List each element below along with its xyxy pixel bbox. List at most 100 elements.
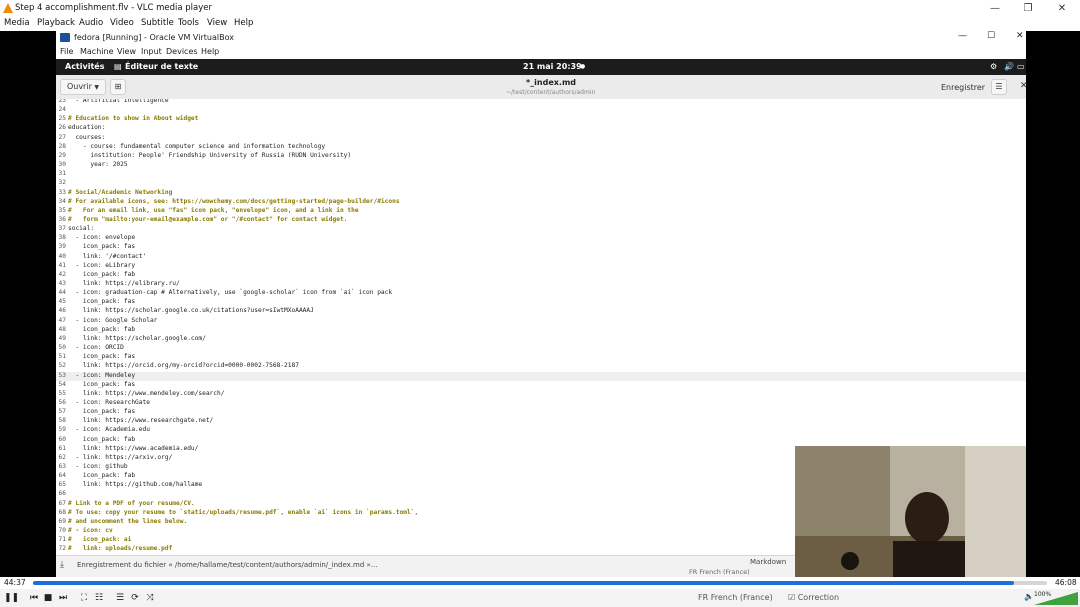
vm-menu-file[interactable]: File bbox=[60, 47, 73, 56]
menu-playback[interactable]: Playback bbox=[37, 18, 75, 28]
seek-track[interactable] bbox=[33, 581, 1047, 585]
code-line: - icon: eLibrary bbox=[68, 261, 136, 269]
extended-settings-icon[interactable]: ☷ bbox=[93, 592, 105, 604]
vm-maximize-icon[interactable]: ☐ bbox=[987, 31, 995, 41]
code-line: education: bbox=[68, 124, 106, 132]
line-number: 40 bbox=[58, 252, 66, 260]
vm-menu-devices[interactable]: Devices bbox=[166, 47, 198, 56]
line-number: 66 bbox=[58, 490, 66, 498]
code-line: link: https://www.academia.edu/ bbox=[68, 444, 199, 452]
hamburger-menu-button[interactable]: ☰ bbox=[991, 79, 1007, 95]
line-number: 64 bbox=[58, 472, 66, 480]
volume-icon[interactable]: 🔊 bbox=[1004, 62, 1014, 71]
code-line: # For available icons, see: https://wowc… bbox=[68, 197, 400, 205]
line-number: 50 bbox=[58, 344, 66, 352]
minimize-icon[interactable]: — bbox=[980, 0, 1010, 17]
line-number: 26 bbox=[58, 124, 66, 132]
open-button[interactable]: Ouvrir ▼ bbox=[60, 79, 106, 95]
menu-audio[interactable]: Audio bbox=[79, 18, 103, 28]
menu-subtitle[interactable]: Subtitle bbox=[141, 18, 174, 28]
menu-tools[interactable]: Tools bbox=[178, 18, 199, 28]
code-line: # form "mailto:your-email@example.com" o… bbox=[68, 215, 348, 223]
code-line: icon_pack: fas bbox=[68, 298, 136, 306]
vm-menu-view[interactable]: View bbox=[117, 47, 136, 56]
code-line: link: https://orcid.org/my-orcid?orcid=0… bbox=[68, 362, 299, 370]
language-selector[interactable]: Markdown bbox=[750, 558, 786, 566]
line-number: 48 bbox=[58, 325, 66, 333]
code-line: # Social/Academic Networking bbox=[68, 188, 173, 196]
next-icon[interactable]: ⏭ bbox=[57, 592, 69, 604]
code-line: icon_pack: fas bbox=[68, 353, 136, 361]
menu-help[interactable]: Help bbox=[234, 18, 253, 28]
line-number: 34 bbox=[58, 197, 66, 205]
activities-button[interactable]: Activités bbox=[65, 62, 104, 71]
line-number: 44 bbox=[58, 289, 66, 297]
battery-icon[interactable]: ▭ bbox=[1017, 62, 1025, 71]
code-line: # - icon: cv bbox=[68, 527, 113, 535]
line-number: 67 bbox=[58, 499, 66, 507]
app-menu-icon[interactable]: ▤ bbox=[114, 62, 122, 71]
fullscreen-icon[interactable]: ⛶ bbox=[78, 592, 90, 604]
pause-icon[interactable]: ❚❚ bbox=[4, 592, 19, 604]
code-line: link: https://www.mendeley.com/search/ bbox=[68, 389, 225, 397]
playlist-icon[interactable]: ☰ bbox=[114, 592, 126, 604]
spell-language-faded: FR French (France) bbox=[689, 568, 750, 576]
code-line: icon_pack: fas bbox=[68, 380, 136, 388]
code-line: link: '/#contact' bbox=[68, 252, 147, 260]
mute-icon[interactable]: 🔈 bbox=[1024, 592, 1034, 601]
code-line: # Education to show in About widget bbox=[68, 115, 199, 123]
editor-close-icon[interactable]: ✕ bbox=[1020, 81, 1028, 91]
menu-view[interactable]: View bbox=[207, 18, 227, 28]
vlc-controls: ❚❚ ⏮ ■ ⏭ ⛶ ☷ ☰ ⟳ ⤨ FR French (France) ☑ … bbox=[0, 589, 1080, 607]
vm-menu-input[interactable]: Input bbox=[141, 47, 162, 56]
line-number: 43 bbox=[58, 280, 66, 287]
time-total: 46:08 bbox=[1055, 578, 1077, 587]
code-line: link: https://www.researchgate.net/ bbox=[68, 417, 214, 425]
vm-menu-bar: File Machine View Input Devices Help bbox=[56, 45, 1026, 59]
save-button[interactable]: Enregistrer bbox=[941, 83, 985, 92]
vlc-cone-icon bbox=[3, 3, 13, 13]
line-number: 51 bbox=[58, 353, 66, 361]
code-line: - course: fundamental computer science a… bbox=[68, 142, 326, 150]
vlc-window-title: Step 4 accomplishment.flv - VLC media pl… bbox=[15, 3, 213, 13]
line-number: 47 bbox=[58, 316, 66, 324]
code-line: # Link to a PDF of your resume/CV. bbox=[68, 499, 195, 507]
vm-menu-machine[interactable]: Machine bbox=[80, 47, 114, 56]
volume-slider[interactable]: 100% bbox=[1034, 591, 1078, 605]
vm-close-icon[interactable]: ✕ bbox=[1016, 31, 1024, 41]
code-line: link: https://scholar.google.co.uk/citat… bbox=[68, 307, 314, 315]
vm-minimize-icon[interactable]: — bbox=[958, 31, 967, 41]
code-line: # icon_pack: ai bbox=[68, 536, 132, 544]
line-number: 38 bbox=[58, 234, 66, 242]
close-icon[interactable]: ✕ bbox=[1047, 0, 1077, 17]
previous-icon[interactable]: ⏮ bbox=[28, 592, 40, 604]
code-line: - icon: Google Scholar bbox=[68, 316, 158, 324]
code-line: - icon: Mendeley bbox=[68, 371, 136, 379]
code-line: # link: uploads/resume.pdf bbox=[68, 545, 173, 553]
vm-title-bar: fedora [Running] - Oracle VM VirtualBox … bbox=[56, 31, 1026, 45]
line-number: 24 bbox=[58, 106, 66, 114]
app-menu-label[interactable]: Éditeur de texte bbox=[125, 62, 198, 71]
line-number: 60 bbox=[58, 435, 66, 443]
stop-icon[interactable]: ■ bbox=[42, 592, 54, 604]
line-number: 31 bbox=[58, 170, 66, 178]
new-tab-button[interactable]: ⊞ bbox=[110, 79, 126, 95]
document-title: *_index.md bbox=[526, 78, 577, 87]
line-number: 46 bbox=[58, 307, 66, 315]
network-icon[interactable]: ⚙ bbox=[990, 62, 997, 71]
line-number: 53 bbox=[58, 371, 66, 379]
line-number: 45 bbox=[58, 298, 66, 306]
menu-media[interactable]: Media bbox=[4, 18, 30, 28]
loop-icon[interactable]: ⟳ bbox=[129, 592, 141, 604]
line-number: 35 bbox=[58, 206, 66, 214]
code-line: - link: https://arxiv.org/ bbox=[68, 453, 173, 461]
menu-video[interactable]: Video bbox=[110, 18, 134, 28]
vm-menu-help[interactable]: Help bbox=[201, 47, 219, 56]
clock[interactable]: 21 mai 20:39 bbox=[523, 62, 582, 71]
line-number: 61 bbox=[58, 444, 66, 452]
code-line: - icon: Academia.edu bbox=[68, 426, 150, 434]
shuffle-icon[interactable]: ⤨ bbox=[144, 592, 156, 604]
code-line: # and uncomment the lines below. bbox=[68, 517, 188, 525]
restore-icon[interactable]: ❐ bbox=[1013, 0, 1043, 17]
line-number: 25 bbox=[58, 115, 66, 123]
